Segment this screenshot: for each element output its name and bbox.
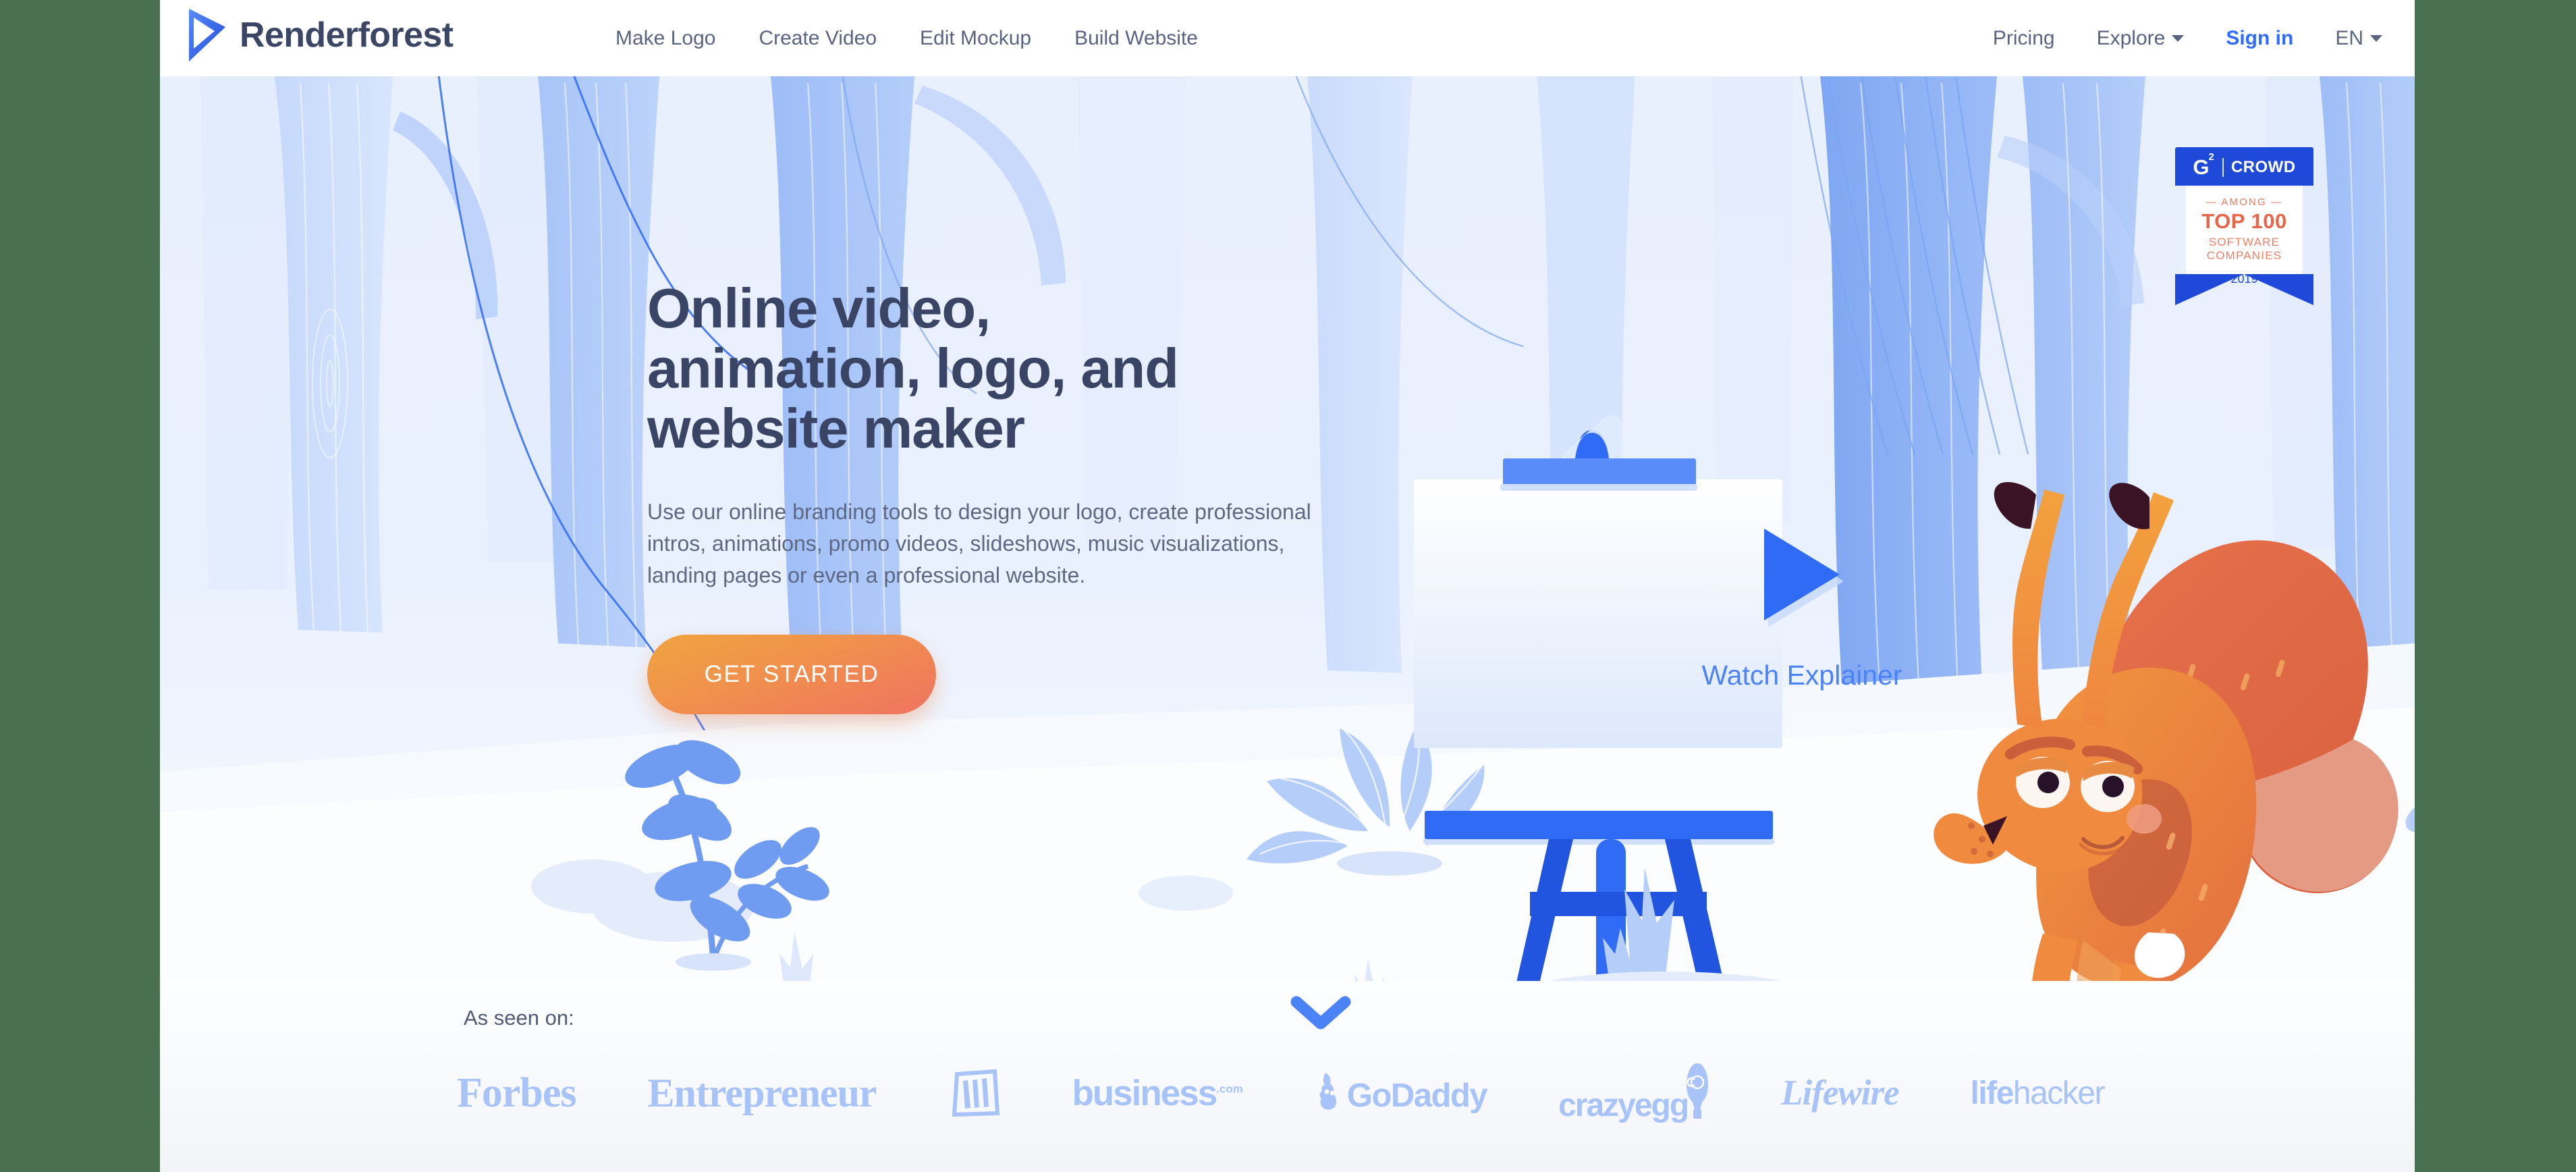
g2-badge-header: G2 CROWD xyxy=(2175,147,2313,186)
hero-copy: Online video, animation, logo, and websi… xyxy=(647,277,1457,715)
nav-item-edit-mockup[interactable]: Edit Mockup xyxy=(920,27,1031,50)
language-label: EN xyxy=(2335,26,2363,49)
watch-explainer-button[interactable]: Watch Explainer xyxy=(1593,529,2011,691)
watch-explainer-label: Watch Explainer xyxy=(1701,660,1902,691)
wsj-icon xyxy=(952,1069,999,1117)
press-logo-lifehacker[interactable]: lifehacker xyxy=(1970,1075,2106,1112)
crazyegg-balloon-icon xyxy=(1687,1063,1709,1119)
g2-category-label: SOFTWARE COMPANIES xyxy=(2186,236,2303,262)
g2-category-line1: SOFTWARE xyxy=(2208,236,2280,248)
press-logo-lifehacker-bold: life xyxy=(1970,1075,2015,1111)
press-logo-business-com[interactable]: business.com xyxy=(1072,1073,1242,1114)
press-logo-business-text: business xyxy=(1072,1073,1217,1113)
g2-badge-body: — AMONG — TOP 100 SOFTWARE COMPANIES xyxy=(2186,186,2303,275)
press-logo-entrepreneur[interactable]: Entrepreneur xyxy=(647,1070,877,1117)
press-logo-business-suffix: .com xyxy=(1216,1082,1243,1095)
secondary-nav: Pricing Explore Sign in EN xyxy=(1993,0,2382,76)
brand-logo[interactable]: Renderforest xyxy=(187,7,454,63)
as-seen-on-label: As seen on: xyxy=(464,1006,574,1030)
godaddy-mascot-icon xyxy=(1319,1073,1336,1110)
get-started-button[interactable]: GET STARTED xyxy=(647,635,936,715)
hero-section: Online video, animation, logo, and websi… xyxy=(160,76,2415,981)
brand-name: Renderforest xyxy=(240,16,454,55)
nav-item-explore[interactable]: Explore xyxy=(2097,27,2185,50)
chevron-down-icon xyxy=(2370,34,2382,42)
site-header: Renderforest Make Logo Create Video Edit… xyxy=(160,0,2415,76)
g2-superscript: 2 xyxy=(2208,151,2214,163)
nav-item-pricing[interactable]: Pricing xyxy=(1993,27,2055,50)
nav-item-create-video[interactable]: Create Video xyxy=(759,27,877,50)
chevron-down-icon xyxy=(2172,34,2185,42)
g2-among-label: — AMONG — xyxy=(2205,196,2283,208)
press-logo-godaddy-text: GoDaddy xyxy=(1346,1077,1488,1114)
nav-item-make-logo[interactable]: Make Logo xyxy=(615,27,715,50)
primary-nav: Make Logo Create Video Edit Mockup Build… xyxy=(615,0,1198,76)
language-selector[interactable]: EN xyxy=(2335,27,2382,50)
press-logo-wsj[interactable] xyxy=(948,1069,1001,1117)
g2-logo: G2 CROWD xyxy=(2175,151,2313,179)
play-icon xyxy=(1764,529,1840,620)
hero-subtitle: Use our online branding tools to design … xyxy=(647,500,1311,588)
sign-in-link[interactable]: Sign in xyxy=(2226,27,2293,50)
press-logo-godaddy[interactable]: GoDaddy xyxy=(1315,1071,1488,1115)
press-logo-lifewire[interactable]: Lifewire xyxy=(1781,1073,1899,1113)
press-logo-row: Forbes Entrepreneur business.com GoDaddy… xyxy=(457,1062,2106,1124)
g2-divider xyxy=(2222,157,2224,177)
press-logo-forbes[interactable]: Forbes xyxy=(457,1069,577,1117)
g2-crowd-badge[interactable]: G2 CROWD — AMONG — TOP 100 SOFTWARE COMP… xyxy=(2175,147,2313,306)
g2-mark: G2 xyxy=(2193,151,2214,179)
play-logo-icon xyxy=(189,9,225,61)
g2-category-line2: COMPANIES xyxy=(2206,248,2282,262)
nav-item-build-website[interactable]: Build Website xyxy=(1074,27,1198,50)
chevron-down-icon[interactable] xyxy=(1287,992,1354,1033)
press-logo-lifehacker-light: hacker xyxy=(2012,1075,2106,1111)
g2-rank-label: TOP 100 xyxy=(2201,209,2287,233)
press-logo-crazyegg-text: crazyegg xyxy=(1558,1088,1689,1123)
nav-item-explore-label: Explore xyxy=(2096,26,2166,49)
page-title: Online video, animation, logo, and websi… xyxy=(647,277,1179,460)
press-logo-crazyegg[interactable]: crazyegg xyxy=(1558,1062,1709,1124)
g2-crowd-text: CROWD xyxy=(2230,157,2296,176)
g2-year-label: 2019 xyxy=(2230,272,2258,286)
page-root: Renderforest Make Logo Create Video Edit… xyxy=(160,0,2415,1172)
